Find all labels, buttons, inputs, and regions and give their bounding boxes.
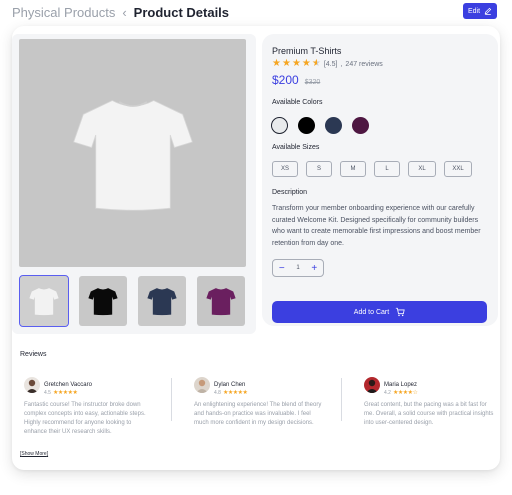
avatar	[364, 377, 380, 393]
review-rating: 4.5 ★★★★★	[44, 389, 78, 397]
color-swatches	[271, 117, 369, 134]
product-title: Premium T-Shirts	[272, 46, 342, 56]
price-row: $200 $320	[272, 73, 320, 87]
edit-button[interactable]: Edit	[463, 3, 497, 19]
thumbnail-purple-shirt[interactable]	[197, 276, 245, 326]
color-swatch-purple[interactable]	[352, 117, 369, 134]
page-title: Product Details	[133, 4, 230, 20]
available-colors-label: Available Colors	[272, 99, 323, 106]
star-icon: ★	[281, 58, 291, 69]
avatar	[194, 377, 210, 393]
quantity-value: 1	[296, 265, 300, 271]
size-options: XS S M L XL XXL	[272, 161, 472, 177]
cart-icon	[396, 307, 405, 317]
available-sizes-label: Available Sizes	[272, 144, 320, 151]
thumbnail-white-shirt[interactable]	[19, 275, 69, 327]
decrease-quantity-button[interactable]: −	[279, 263, 285, 274]
review-rating-value: 4.2	[384, 389, 391, 396]
reviews-heading: Reviews	[20, 351, 47, 358]
size-m-button[interactable]: M	[340, 161, 366, 177]
increase-quantity-button[interactable]: +	[311, 263, 317, 274]
edit-button-label: Edit	[467, 7, 481, 15]
show-more-label: Show More	[21, 451, 47, 457]
star-icon: ★	[272, 58, 281, 69]
shirt-white-icon	[29, 288, 59, 316]
star-icon: ★★★★★	[52, 390, 78, 396]
review-text: Fantastic course! The instructor broke d…	[24, 402, 146, 435]
add-to-cart-button[interactable]: Add to Cart	[272, 301, 487, 323]
color-swatch-black[interactable]	[298, 117, 315, 134]
review-text: Great content, but the pacing was a bit …	[364, 402, 494, 426]
color-swatch-navy[interactable]	[325, 117, 342, 134]
breadcrumb: Physical Products ‹ Product Details	[12, 4, 229, 20]
size-l-button[interactable]: L	[374, 161, 400, 177]
review-text: An enlightening experience! The blend of…	[194, 402, 322, 426]
rating-separator: ,	[340, 60, 343, 68]
shirt-black-icon	[88, 288, 118, 316]
size-xs-button[interactable]: XS	[272, 161, 298, 177]
reviewer-name: Dylan Chen	[214, 382, 246, 388]
add-to-cart-label: Add to Cart	[353, 308, 390, 316]
review-card: Maria Lopez 4.2 ★★★★☆ Great content, but…	[364, 377, 494, 428]
rating-value: [4.5]	[323, 60, 338, 68]
current-price: $200	[272, 73, 299, 87]
quantity-stepper: − 1 +	[272, 259, 324, 277]
review-rating: 4.8 ★★★★★	[214, 389, 248, 397]
review-card: Dylan Chen 4.8 ★★★★★ An enlightening exp…	[194, 377, 324, 428]
star-icon: ★	[291, 58, 301, 69]
main-product-image	[19, 39, 246, 267]
size-xl-button[interactable]: XL	[408, 161, 436, 177]
star-icon: ★	[301, 58, 311, 69]
tshirt-image	[72, 100, 193, 211]
color-swatch-white[interactable]	[271, 117, 288, 134]
reviewer-name: Gretchen Vaccaro	[44, 382, 92, 388]
review-rating: 4.2 ★★★★☆	[384, 389, 418, 397]
review-card: Gretchen Vaccaro 4.5 ★★★★★ Fantastic cou…	[24, 377, 154, 437]
avatar	[24, 377, 40, 393]
breadcrumb-chevron-icon: ‹	[122, 4, 127, 20]
product-description: Transform your member onboarding experie…	[272, 205, 481, 247]
reviewer-name: Maria Lopez	[384, 382, 418, 388]
product-rating: ★ ★ ★ ★ ★ [4.5] , 247 reviews	[272, 59, 383, 69]
review-rating-value: 4.8	[214, 389, 221, 396]
show-more-link[interactable]: [Show More]	[20, 451, 48, 457]
thumbnail-navy-shirt[interactable]	[138, 276, 186, 326]
original-price: $320	[304, 79, 321, 86]
size-s-button[interactable]: S	[306, 161, 332, 177]
rating-stars: ★ ★ ★ ★ ★	[272, 59, 321, 69]
reviews-count[interactable]: 247 reviews	[345, 61, 382, 68]
shirt-purple-icon	[206, 288, 236, 316]
star-icon: ★★★★★	[222, 390, 248, 396]
size-xxl-button[interactable]: XXL	[444, 161, 472, 177]
description-label: Description	[272, 189, 308, 196]
review-divider	[341, 378, 342, 421]
review-rating-value: 4.5	[44, 389, 51, 396]
thumbnail-black-shirt[interactable]	[79, 276, 127, 326]
shirt-navy-icon	[147, 288, 177, 316]
breadcrumb-parent-link[interactable]: Physical Products	[12, 5, 115, 20]
pencil-icon	[484, 7, 492, 15]
star-icon: ★★★★☆	[392, 390, 418, 396]
half-star-icon: ★	[311, 58, 321, 69]
review-divider	[171, 378, 172, 421]
